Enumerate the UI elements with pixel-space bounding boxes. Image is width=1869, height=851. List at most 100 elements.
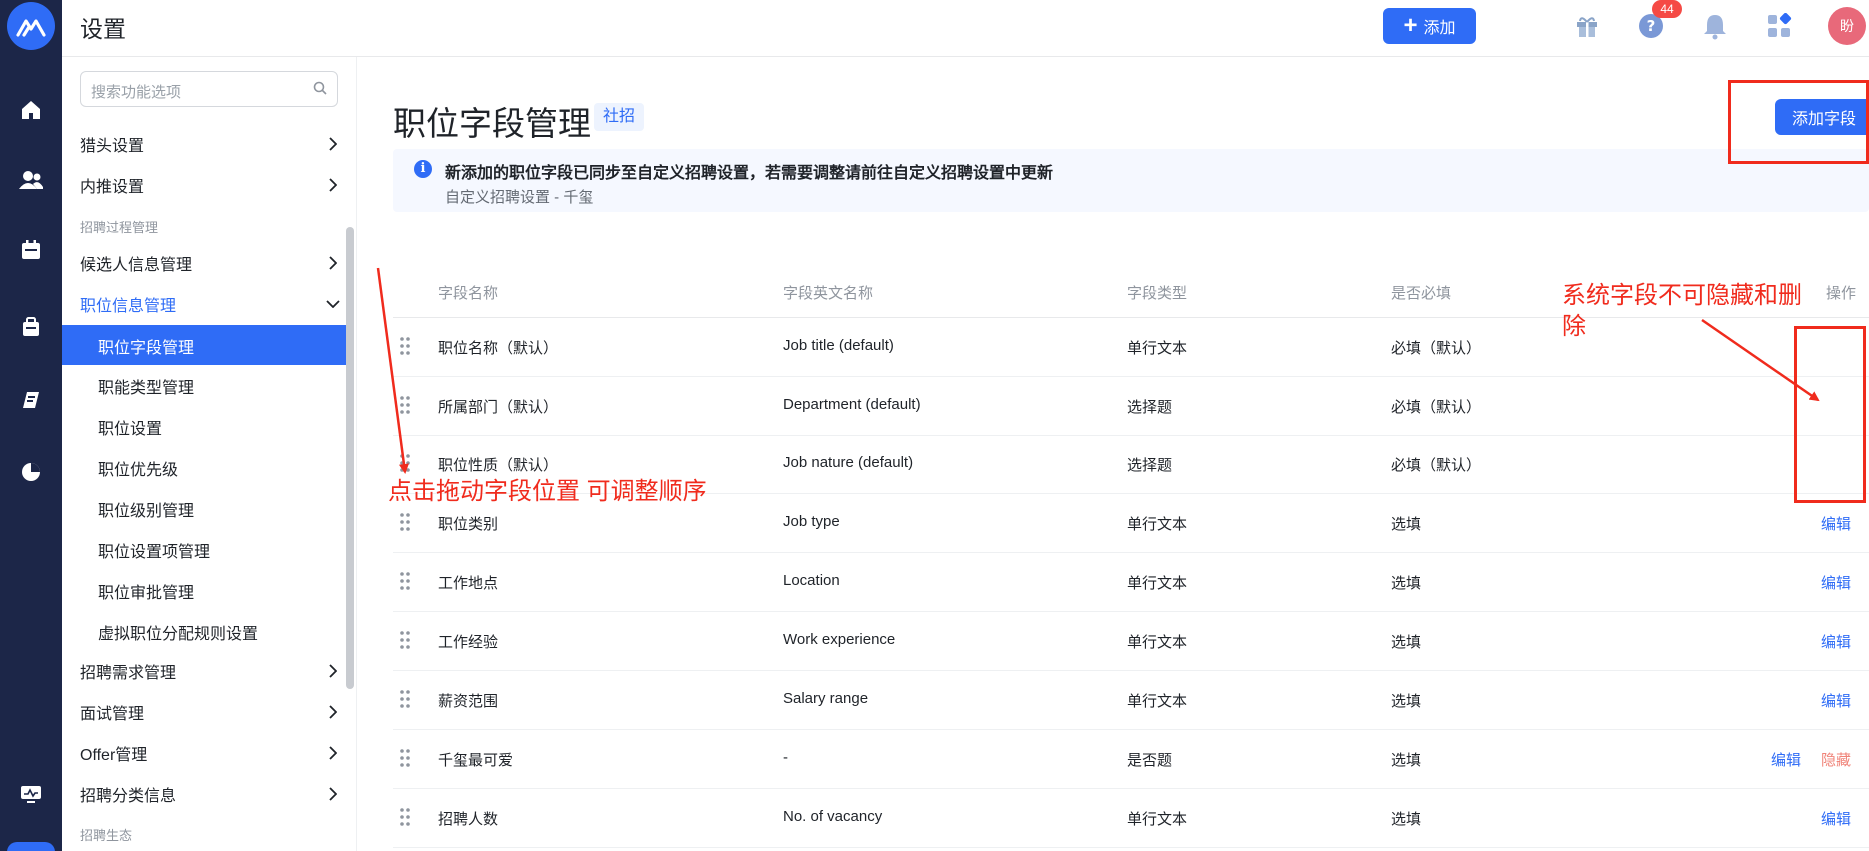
people-icon[interactable] xyxy=(17,166,45,194)
cell-field-en-name: Job title (default) xyxy=(783,337,894,354)
cell-field-type: 单行文本 xyxy=(1127,634,1188,651)
logo-icon[interactable] xyxy=(7,2,55,50)
annotation-box-add-field xyxy=(1728,80,1869,164)
drag-handle-icon[interactable] xyxy=(398,629,412,651)
apps-grid-icon[interactable] xyxy=(1764,11,1794,41)
cell-field-name: 职位性质（默认） xyxy=(438,457,559,474)
sidebar-item-interview[interactable]: 面试管理 xyxy=(80,700,340,724)
page-title: 职位字段管理 xyxy=(393,105,591,142)
sidebar-item-candidate-info[interactable]: 候选人信息管理 xyxy=(80,251,340,275)
drag-handle-icon[interactable] xyxy=(398,452,412,474)
sidebar-subitem-position-fields[interactable]: 职位字段管理 xyxy=(62,325,347,365)
cell-field-required: 选填 xyxy=(1391,752,1422,769)
drag-handle-icon[interactable] xyxy=(398,747,412,769)
sidebar-item-demand[interactable]: 招聘需求管理 xyxy=(80,659,340,683)
chevron-right-icon xyxy=(326,746,340,760)
cell-field-en-name: No. of vacancy xyxy=(783,808,883,825)
book-icon[interactable] xyxy=(17,386,45,414)
cell-field-type: 是否题 xyxy=(1127,752,1173,769)
sidebar-subitem-function-types[interactable]: 职能类型管理 xyxy=(98,374,194,398)
hide-link[interactable]: 隐藏 xyxy=(1821,749,1851,770)
sidebar-subitem-position-priority[interactable]: 职位优先级 xyxy=(98,456,178,480)
search-placeholder: 搜索功能选项 xyxy=(91,84,182,101)
svg-text:?: ? xyxy=(1647,17,1656,35)
briefcase-icon[interactable] xyxy=(17,313,45,341)
cell-field-type: 单行文本 xyxy=(1127,575,1188,592)
chevron-down-icon xyxy=(326,297,340,311)
edit-link[interactable]: 编辑 xyxy=(1821,808,1851,829)
pie-chart-icon[interactable] xyxy=(17,458,45,486)
sidebar-item-label: 候选人信息管理 xyxy=(80,257,193,274)
group-label-recruit-ecology: 招聘生态 xyxy=(80,828,133,843)
sidebar-item-position-info[interactable]: 职位信息管理 xyxy=(80,292,340,316)
gift-icon[interactable] xyxy=(1572,11,1602,41)
annotation-drag-hint: 点击拖动字段位置 可调整顺序 xyxy=(388,478,707,505)
sidebar-item-label: 职位信息管理 xyxy=(80,298,177,315)
annotation-box-system-edits xyxy=(1794,326,1866,503)
cell-field-name: 职位名称（默认） xyxy=(438,340,559,357)
sidebar-item-category[interactable]: 招聘分类信息 xyxy=(80,782,340,806)
annotation-system-hint-line2: 除 xyxy=(1562,313,1586,340)
cell-field-name: 薪资范围 xyxy=(438,693,499,710)
table-row: 千玺最可爱-是否题选填编辑隐藏删除 xyxy=(393,730,1869,789)
column-header-required: 是否必填 xyxy=(1391,285,1452,302)
sidebar-search-input[interactable]: 搜索功能选项 xyxy=(80,71,338,107)
edit-link[interactable]: 编辑 xyxy=(1821,690,1851,711)
drag-handle-icon[interactable] xyxy=(398,806,412,828)
drag-handle-icon[interactable] xyxy=(398,688,412,710)
drag-handle-icon[interactable] xyxy=(398,511,412,533)
drag-handle-icon[interactable] xyxy=(398,394,412,416)
monitor-icon[interactable] xyxy=(17,780,45,808)
global-add-button[interactable]: + 添加 xyxy=(1383,8,1476,44)
edit-link[interactable]: 编辑 xyxy=(1821,572,1851,593)
home-icon[interactable] xyxy=(17,96,45,124)
app-title: 设置 xyxy=(80,16,126,42)
cell-field-type: 选择题 xyxy=(1127,399,1173,416)
sidebar-subitem-position-options[interactable]: 职位设置项管理 xyxy=(98,538,210,562)
sync-notice: i 新添加的职位字段已同步至自定义招聘设置，若需要调整请前往自定义招聘设置中更新… xyxy=(393,149,1869,212)
cell-field-en-name: Location xyxy=(783,572,840,589)
info-icon: i xyxy=(414,160,432,178)
sidebar-subitem-label: 职位字段管理 xyxy=(98,340,195,357)
notice-link[interactable]: 自定义招聘设置 - 千玺 xyxy=(445,186,593,207)
drag-handle-icon[interactable] xyxy=(398,570,412,592)
sidebar-item-label: Offer管理 xyxy=(80,747,148,764)
cell-field-required: 选填 xyxy=(1391,575,1422,592)
edit-link[interactable]: 编辑 xyxy=(1821,631,1851,652)
calendar-icon[interactable] xyxy=(17,236,45,264)
cell-field-type: 单行文本 xyxy=(1127,693,1188,710)
chevron-right-icon xyxy=(326,256,340,270)
cell-field-type: 单行文本 xyxy=(1127,340,1188,357)
column-header-name: 字段名称 xyxy=(438,285,499,302)
cell-field-required: 必填（默认） xyxy=(1391,457,1482,474)
table-row: 薪资范围Salary range单行文本选填编辑显示 xyxy=(393,671,1869,730)
sidebar-item-referral[interactable]: 内推设置 xyxy=(80,173,340,197)
recruit-type-tag: 社招 xyxy=(594,103,645,131)
sidebar-scrollbar[interactable] xyxy=(346,227,354,689)
sidebar-item-offer[interactable]: Offer管理 xyxy=(80,741,340,765)
cell-field-name: 职位类别 xyxy=(438,516,499,533)
sidebar-subitem-virtual-rules[interactable]: 虚拟职位分配规则设置 xyxy=(98,620,258,644)
main-content: 职位字段管理 社招 添加字段 i 新添加的职位字段已同步至自定义招聘设置，若需要… xyxy=(357,57,1869,851)
cell-field-en-name: Job nature (default) xyxy=(783,454,914,471)
edit-link[interactable]: 编辑 xyxy=(1771,749,1801,770)
sidebar-item-headhunter[interactable]: 猎头设置 xyxy=(80,132,340,156)
cell-field-required: 选填 xyxy=(1391,516,1422,533)
bell-icon[interactable] xyxy=(1700,11,1730,41)
plus-icon: + xyxy=(1403,12,1418,39)
cell-field-type: 选择题 xyxy=(1127,457,1173,474)
chevron-right-icon xyxy=(326,787,340,801)
column-header-actions: 操作 xyxy=(1826,285,1857,302)
cell-field-en-name: - xyxy=(783,749,788,766)
table-row: 招聘人数No. of vacancy单行文本选填编辑隐藏 xyxy=(393,789,1869,848)
cell-field-en-name: Work experience xyxy=(783,631,896,648)
sidebar-subitem-position-level[interactable]: 职位级别管理 xyxy=(98,497,194,521)
sidebar-subitem-position-approval[interactable]: 职位审批管理 xyxy=(98,579,194,603)
drag-handle-icon[interactable] xyxy=(398,335,412,357)
edit-link[interactable]: 编辑 xyxy=(1821,513,1851,534)
chevron-right-icon xyxy=(326,137,340,151)
user-avatar[interactable]: 盼 xyxy=(1828,7,1866,45)
sidebar-subitem-position-settings[interactable]: 职位设置 xyxy=(98,415,162,439)
sidebar-item-label: 猎头设置 xyxy=(80,138,145,155)
rail-bottom-tab[interactable] xyxy=(7,842,55,851)
